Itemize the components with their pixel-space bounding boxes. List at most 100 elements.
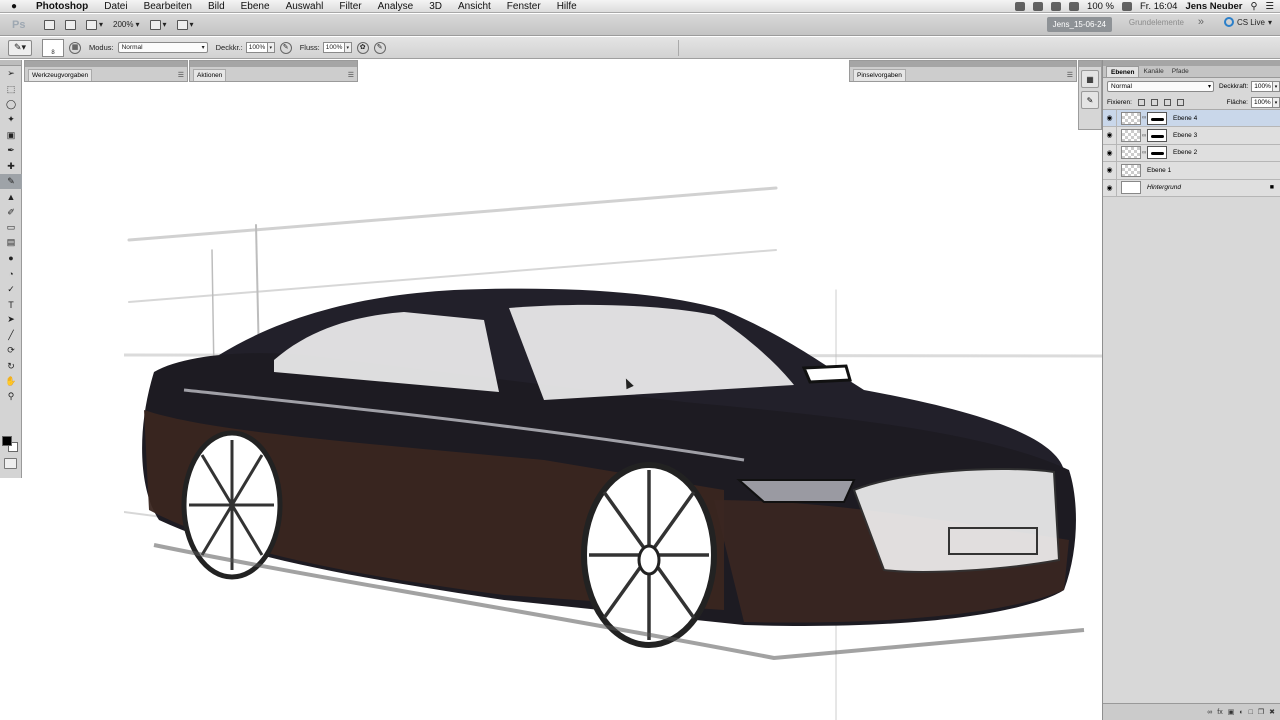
wifi-icon[interactable]	[1069, 2, 1080, 11]
fill-field[interactable]: 100%	[1251, 96, 1273, 108]
workspace-more-button[interactable]: »	[1198, 16, 1204, 28]
layer-mask-thumbnail[interactable]	[1147, 146, 1167, 160]
healing-tool-icon[interactable]: ✚	[0, 158, 22, 173]
lasso-tool-icon[interactable]: ◯	[0, 97, 22, 112]
layer-row-hintergrund[interactable]: ◉ Hintergrund ■	[1103, 179, 1280, 197]
lock-position-icon[interactable]	[1163, 98, 1171, 106]
layer-mask-thumbnail[interactable]	[1147, 111, 1167, 125]
history-brush-tool-icon[interactable]: ✐	[0, 205, 22, 220]
battery-icon[interactable]	[1121, 2, 1132, 11]
adjustment-layer-icon[interactable]: ◐	[1239, 709, 1243, 716]
gradient-tool-icon[interactable]: ▤	[0, 235, 22, 250]
opacity-slider-arrow[interactable]: ▾	[267, 42, 275, 53]
spotlight-icon[interactable]: ⚲	[1251, 1, 1258, 12]
visibility-eye-icon[interactable]: ◉	[1103, 179, 1117, 196]
link-layers-icon[interactable]: ∞	[1207, 709, 1212, 716]
pressure-size-icon[interactable]: ✎	[373, 41, 386, 54]
menu-hilfe[interactable]: Hilfe	[549, 0, 585, 13]
brush-tool-icon[interactable]: ✎	[0, 173, 22, 190]
new-layer-icon[interactable]: ❐	[1258, 708, 1264, 716]
crop-tool-icon[interactable]: ▣	[0, 128, 22, 143]
menu-fenster[interactable]: Fenster	[499, 0, 549, 13]
menu-filter[interactable]: Filter	[331, 0, 369, 13]
layer-name[interactable]: Ebene 3	[1173, 132, 1197, 139]
layer-name[interactable]: Ebene 4	[1173, 115, 1197, 122]
panel-menu-icon[interactable]: ☰	[1067, 71, 1073, 79]
tab-pinselvorgaben[interactable]: Pinselvorgaben	[853, 69, 906, 81]
menu-analyse[interactable]: Analyse	[370, 0, 422, 13]
panel-grip[interactable]	[190, 61, 357, 67]
tab-aktionen[interactable]: Aktionen	[193, 69, 227, 81]
layer-mask-thumbnail[interactable]	[1147, 129, 1167, 143]
layer-name[interactable]: Hintergrund	[1147, 184, 1181, 191]
shape-tool-icon[interactable]: ╱	[0, 328, 22, 343]
cs-live-button[interactable]: CS Live ▾	[1223, 17, 1272, 27]
add-mask-icon[interactable]: ▣	[1228, 708, 1235, 716]
layer-opacity-arrow[interactable]: ▾	[1273, 81, 1280, 92]
panel-menu-icon[interactable]: ☰	[178, 71, 184, 79]
3d-orbit-tool-icon[interactable]: ↻	[0, 358, 22, 373]
minibridge-button[interactable]	[65, 19, 76, 30]
workspace-chip[interactable]: Jens_15-06-24	[1046, 17, 1112, 32]
visibility-eye-icon[interactable]: ◉	[1103, 110, 1117, 127]
layer-row-ebene-4[interactable]: ◉ ∞ Ebene 4	[1103, 110, 1280, 128]
view-extras-button[interactable]: ▾	[86, 19, 103, 30]
panel-grip[interactable]	[25, 61, 187, 67]
layer-name[interactable]: Ebene 2	[1173, 149, 1197, 156]
fill-arrow[interactable]: ▾	[1273, 96, 1280, 108]
hand-tool-icon[interactable]: ✋	[0, 374, 22, 389]
workspace-essentials[interactable]: Grundelemente	[1129, 18, 1184, 27]
quick-selection-tool-icon[interactable]: ✦	[0, 112, 22, 127]
arrange-documents-button[interactable]: ▾	[149, 19, 167, 30]
layer-style-icon[interactable]: fx	[1217, 709, 1222, 716]
menu-ansicht[interactable]: Ansicht	[450, 0, 499, 13]
menu-app-photoshop[interactable]: Photoshop	[28, 0, 96, 13]
flow-slider-arrow[interactable]: ▾	[344, 42, 352, 53]
document-canvas[interactable]	[124, 110, 1102, 720]
foreground-color-swatch[interactable]	[2, 436, 12, 446]
blur-tool-icon[interactable]: ●	[0, 251, 22, 266]
lock-all-icon[interactable]	[1176, 98, 1184, 106]
clipboard-icon[interactable]	[1051, 2, 1062, 11]
user-name[interactable]: Jens Neuber	[1185, 1, 1242, 12]
type-tool-icon[interactable]: T	[0, 297, 22, 312]
layer-row-ebene-3[interactable]: ◉ ∞ Ebene 3	[1103, 127, 1280, 145]
zoom-tool-icon[interactable]: ⚲	[0, 389, 22, 404]
histogram-icon[interactable]: ▦	[1081, 70, 1099, 88]
layer-row-ebene-1[interactable]: ◉ Ebene 1	[1103, 162, 1280, 180]
record-icon[interactable]	[1015, 2, 1026, 11]
marquee-tool-icon[interactable]: ⬚	[0, 81, 22, 96]
dock-grip[interactable]	[1079, 61, 1101, 67]
brush-size-picker[interactable]: 8	[42, 38, 64, 57]
mask-link-icon[interactable]: ∞	[1142, 150, 1146, 156]
menu-bild[interactable]: Bild	[200, 0, 233, 13]
notification-list-icon[interactable]: ☰	[1265, 1, 1274, 12]
opacity-field[interactable]: 100%	[245, 42, 268, 53]
layer-row-ebene-2[interactable]: ◉ ∞ Ebene 2	[1103, 144, 1280, 163]
3d-rotate-tool-icon[interactable]: ⟳	[0, 343, 22, 358]
eraser-tool-icon[interactable]: ▭	[0, 220, 22, 235]
delete-layer-icon[interactable]: ✖	[1269, 708, 1275, 716]
brush-panel-toggle-icon[interactable]: ▦	[69, 41, 81, 54]
visibility-eye-icon[interactable]: ◉	[1103, 127, 1117, 144]
tab-werkzeugvorgaben[interactable]: Werkzeugvorgaben	[28, 69, 93, 81]
mode-select[interactable]: Normal	[117, 42, 208, 53]
lock-pixels-icon[interactable]	[1150, 98, 1158, 106]
pen-tool-icon[interactable]: ✓	[0, 281, 22, 296]
dodge-tool-icon[interactable]: ◔	[0, 266, 22, 281]
menu-ebene[interactable]: Ebene	[233, 0, 278, 13]
move-tool-icon[interactable]: ➢	[0, 66, 22, 81]
path-selection-tool-icon[interactable]: ➤	[0, 312, 22, 327]
stamp-tool-icon[interactable]: ▲	[0, 189, 22, 204]
visibility-eye-icon[interactable]: ◉	[1103, 162, 1117, 179]
menu-bearbeiten[interactable]: Bearbeiten	[136, 0, 200, 13]
menu-3d[interactable]: 3D	[421, 0, 450, 13]
tab-pfade[interactable]: Pfade	[1168, 66, 1193, 77]
zoom-level[interactable]: 200% ▾	[113, 20, 139, 29]
panel-grip[interactable]	[850, 61, 1076, 67]
tab-kanaele[interactable]: Kanäle	[1139, 66, 1167, 77]
airbrush-icon[interactable]: ✿	[356, 41, 369, 54]
bridge-button[interactable]	[44, 19, 55, 30]
screen-mode-button[interactable]: ▾	[176, 19, 194, 30]
new-group-icon[interactable]: □	[1249, 709, 1253, 716]
